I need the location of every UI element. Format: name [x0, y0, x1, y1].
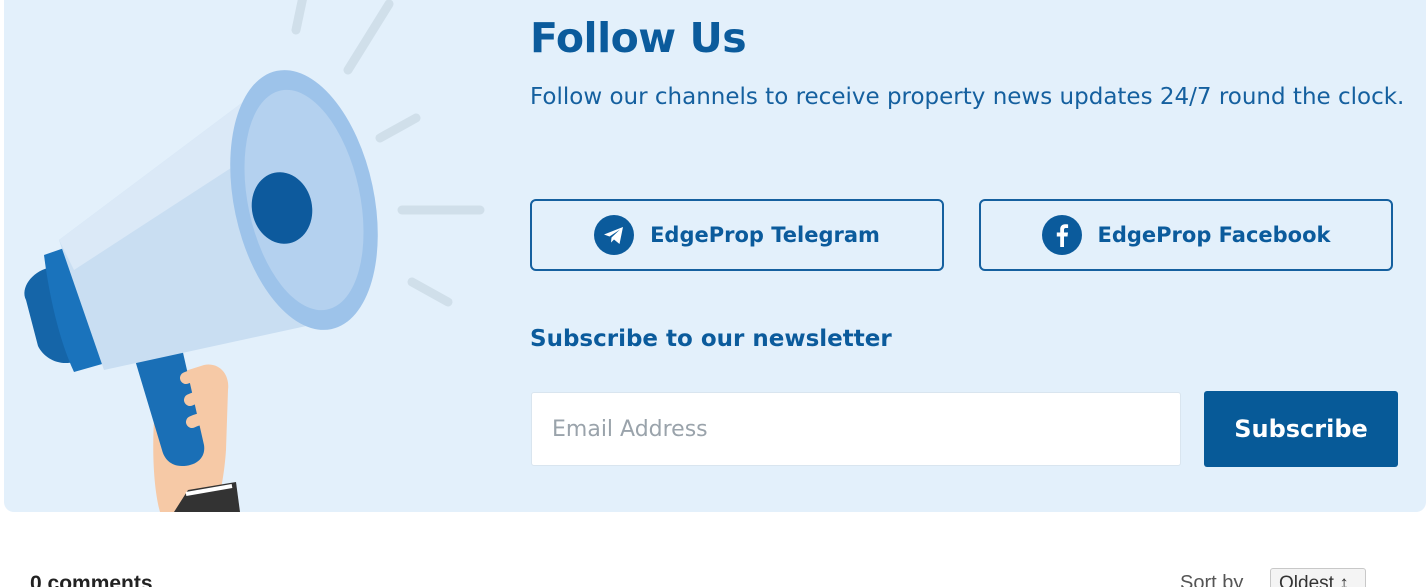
subscribe-button[interactable]: Subscribe: [1204, 391, 1398, 467]
page: Follow Us Follow our channels to receive…: [0, 0, 1428, 587]
sort-select[interactable]: Oldest ↕: [1270, 568, 1366, 587]
email-input[interactable]: [531, 392, 1181, 466]
telegram-icon: [594, 215, 635, 255]
facebook-button-label: EdgeProp Facebook: [1097, 223, 1331, 247]
telegram-button-label: EdgeProp Telegram: [650, 223, 880, 247]
facebook-icon: [1041, 215, 1082, 255]
follow-us-card: Follow Us Follow our channels to receive…: [4, 0, 1426, 512]
telegram-button[interactable]: EdgeProp Telegram: [530, 199, 944, 271]
sort-by-label: Sort by: [1180, 572, 1244, 587]
newsletter-title: Subscribe to our newsletter: [530, 326, 892, 352]
facebook-button[interactable]: EdgeProp Facebook: [979, 199, 1393, 271]
comments-count: 0 comments: [30, 572, 153, 587]
follow-us-title: Follow Us: [530, 14, 747, 62]
megaphone-icon: [24, 0, 485, 512]
follow-us-description: Follow our channels to receive property …: [530, 84, 1405, 110]
